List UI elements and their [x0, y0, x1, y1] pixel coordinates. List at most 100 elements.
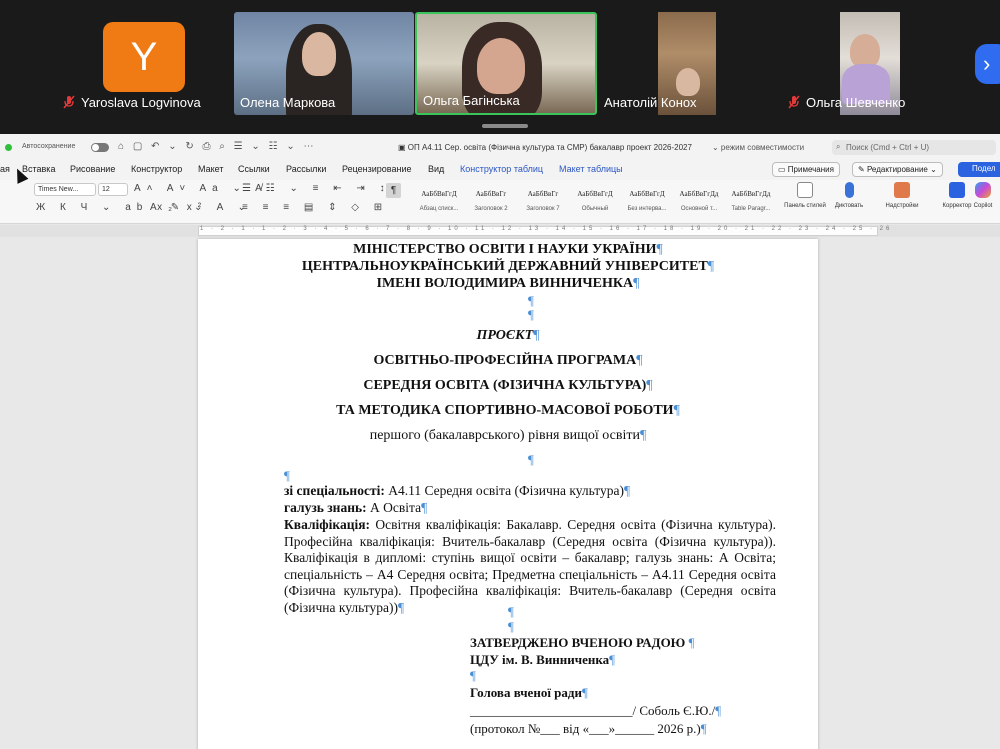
- ministry-text: МІНІСТЕРСТВО ОСВІТИ І НАУКИ УКРАЇНИ: [353, 242, 657, 257]
- specialty-label: зі спеціальності:: [284, 483, 385, 498]
- participant-name: Yaroslava Logvinova: [81, 95, 201, 110]
- empty-paragraph: ¶: [528, 452, 534, 467]
- protocol-text: (протокол №___ від «___»______ 2026 р.): [470, 721, 701, 736]
- project-text: ПРОЄКТ: [476, 328, 534, 343]
- vertical-scrollbar[interactable]: [994, 239, 1000, 749]
- microphone-icon: [844, 182, 854, 198]
- dictate-label: Диктовать: [834, 203, 864, 209]
- copilot-button[interactable]: Copilot: [966, 182, 1000, 209]
- styles-pane-button[interactable]: Панель стилей: [780, 182, 830, 209]
- styles-pane-icon: [797, 182, 813, 198]
- style-no-spacing[interactable]: АаБбВвГгД Без интерва...: [622, 182, 672, 220]
- participant-face: [302, 32, 336, 76]
- title-bar: Автосохранение ⌂ ▢ ↶ ⌄ ↻ ⎙ ⌕ ☰ ⌄ ☷ ⌄ ⋯ ▣…: [0, 134, 1000, 161]
- university-text: ЦЕНТРАЛЬНОУКРАЇНСЬКИЙ ДЕРЖАВНИЙ УНІВЕРСИ…: [301, 259, 708, 274]
- pilcrow: ¶: [673, 403, 680, 418]
- style-sample: АаБбВвГгДд: [679, 190, 719, 198]
- ribbon-tabs: ая Вставка Рисование Конструктор Макет С…: [0, 161, 1000, 180]
- style-name: Основной т...: [680, 206, 718, 212]
- style-heading-2[interactable]: АаБбВвГг Заголовок 2: [466, 182, 516, 220]
- comments-button[interactable]: ▭ Примечания: [772, 162, 840, 177]
- field-of-knowledge-line: галузь знань: А Освіта¶: [284, 500, 776, 517]
- document-page[interactable]: МІНІСТЕРСТВО ОСВІТИ І НАУКИ УКРАЇНИ¶ ЦЕН…: [198, 239, 818, 749]
- font-size-select[interactable]: 12: [98, 183, 128, 196]
- addins-button[interactable]: Надстройки: [877, 182, 927, 209]
- search-icon: ⌕: [836, 142, 841, 151]
- quick-access-toolbar[interactable]: ⌂ ▢ ↶ ⌄ ↻ ⎙ ⌕ ☰ ⌄ ☷ ⌄ ⋯: [118, 141, 316, 152]
- empty-paragraph: ¶: [508, 604, 514, 619]
- tab-mailings[interactable]: Рассылки: [286, 164, 326, 174]
- empty-paragraph: ¶: [470, 668, 476, 683]
- university-name-heading: ІМЕНІ ВОЛОДИМИРА ВИННИЧЕНКА¶: [198, 276, 818, 292]
- participant-name: Ольга Багінська: [423, 93, 520, 108]
- microphone-muted-icon: [788, 95, 800, 109]
- program-name-line-1: СЕРЕДНЯ ОСВІТА (ФІЗИЧНА КУЛЬТУРА)¶: [198, 378, 818, 394]
- pilcrow: ¶: [623, 483, 631, 498]
- show-formatting-button[interactable]: ¶: [386, 183, 401, 198]
- empty-paragraph: ¶: [508, 619, 514, 634]
- search-field[interactable]: ⌕ Поиск (Cmd + Ctrl + U): [832, 140, 996, 155]
- style-list-paragraph[interactable]: АаБбВвГгД Абзац списк...: [414, 182, 464, 220]
- tab-insert[interactable]: Вставка: [22, 164, 55, 174]
- dictate-button[interactable]: Диктовать: [824, 182, 874, 209]
- horizontal-ruler[interactable]: 1 · 2 · 1 · 1 · 2 · 3 · 4 · 5 · 6 · 7 · …: [0, 225, 1000, 237]
- avatar: Y: [103, 22, 185, 92]
- participant-name: Ольга Шевченко: [806, 95, 906, 110]
- font-name-select[interactable]: Times New...: [34, 183, 96, 196]
- style-name: Заголовок 7: [526, 206, 560, 212]
- pilcrow: ¶: [581, 685, 588, 700]
- style-normal[interactable]: АаБбВвГгД Обычный: [570, 182, 620, 220]
- tab-table-layout[interactable]: Макет таблицы: [559, 164, 623, 174]
- editing-label: Редактирование ⌄: [866, 165, 937, 174]
- pilcrow: ¶: [656, 242, 663, 257]
- copilot-label: Copilot: [973, 203, 993, 209]
- tab-layout[interactable]: Макет: [198, 164, 223, 174]
- style-name: Абзац списк...: [419, 206, 459, 212]
- council-head-text: Голова вченої ради: [470, 685, 582, 700]
- participant-tile-olga-shevchenko[interactable]: Ольга Шевченко: [780, 12, 960, 115]
- program-name-2-text: ТА МЕТОДИКА СПОРТИВНО-МАСОВОЇ РОБОТИ: [336, 403, 674, 418]
- strip-scroll-indicator[interactable]: [482, 124, 528, 128]
- microphone-muted-icon: [63, 95, 75, 109]
- window-zoom-button[interactable]: [5, 144, 12, 151]
- style-heading-7[interactable]: АаБбВвГг Заголовок 7: [518, 182, 568, 220]
- next-participants-button[interactable]: ›: [975, 44, 1000, 84]
- tab-draw[interactable]: Рисование: [70, 164, 115, 174]
- paragraph-align-buttons[interactable]: ≡ ≡ ≡ ▤ ⇕ ◇ ⊞: [242, 202, 388, 213]
- pilcrow: ¶: [533, 328, 540, 343]
- paragraph-list-buttons[interactable]: ☰ ☷ ⌄ ≡ ⇤ ⇥ ↕: [242, 183, 391, 194]
- style-body-text[interactable]: АаБбВвГгДд Основной т...: [674, 182, 724, 220]
- word-window: Автосохранение ⌂ ▢ ↶ ⌄ ↻ ⎙ ⌕ ☰ ⌄ ☷ ⌄ ⋯ ▣…: [0, 134, 1000, 749]
- signature-text: _________________________/ Соболь Є.Ю./: [470, 703, 716, 718]
- tab-references[interactable]: Ссылки: [238, 164, 270, 174]
- participant-tile-anatoliy[interactable]: Анатолій Конох: [598, 12, 779, 115]
- font-color-buttons[interactable]: A ✎ ⌄ A ⌄: [150, 202, 252, 213]
- signature-line: _________________________/ Соболь Є.Ю./¶: [470, 703, 721, 719]
- copilot-icon: [975, 182, 991, 198]
- tab-review[interactable]: Рецензирование: [342, 164, 412, 174]
- style-sample: АаБбВвГг: [475, 190, 507, 198]
- pilcrow: ¶: [646, 378, 653, 393]
- tab-view[interactable]: Вид: [428, 164, 444, 174]
- participant-tile-olena[interactable]: Олена Маркова: [234, 12, 414, 115]
- tab-home[interactable]: ая: [0, 164, 10, 174]
- autosave-label: Автосохранение: [22, 143, 76, 150]
- autosave-toggle[interactable]: [91, 143, 109, 152]
- tab-table-design[interactable]: Конструктор таблиц: [460, 164, 543, 174]
- participant-face: [676, 68, 700, 96]
- program-type-heading: ОСВІТНЬО-ПРОФЕСІЙНА ПРОГРАМА¶: [198, 353, 818, 369]
- project-label: ПРОЄКТ¶: [198, 328, 818, 344]
- screen: Y Yaroslava Logvinova Олена Маркова Ольг…: [0, 0, 1000, 749]
- tab-design[interactable]: Конструктор: [131, 164, 182, 174]
- share-button[interactable]: Подел: [958, 162, 1000, 177]
- editing-mode-button[interactable]: ✎ Редактирование ⌄: [852, 162, 943, 177]
- pilcrow: ¶: [639, 428, 647, 443]
- participant-name: Олена Маркова: [240, 95, 336, 110]
- participant-tile-yaroslava[interactable]: Y Yaroslava Logvinova: [55, 12, 233, 115]
- university-name-text: ІМЕНІ ВОЛОДИМИРА ВИННИЧЕНКА: [376, 276, 634, 291]
- style-table-paragraph[interactable]: АаБбВвГгДд Table Paragr...: [726, 182, 776, 220]
- ribbon: Times New... 12 A˄ A˅ Aa ⌄ A̸ Ж К Ч ⌄ ab…: [0, 180, 1000, 224]
- approved-2-text: ЦДУ ім. В. Винниченка: [470, 652, 610, 667]
- participant-tile-olga-baginska[interactable]: Ольга Багінська: [415, 12, 597, 115]
- document-title-text: ОП А4.11 Сер. освіта (Фізична культура т…: [407, 143, 692, 152]
